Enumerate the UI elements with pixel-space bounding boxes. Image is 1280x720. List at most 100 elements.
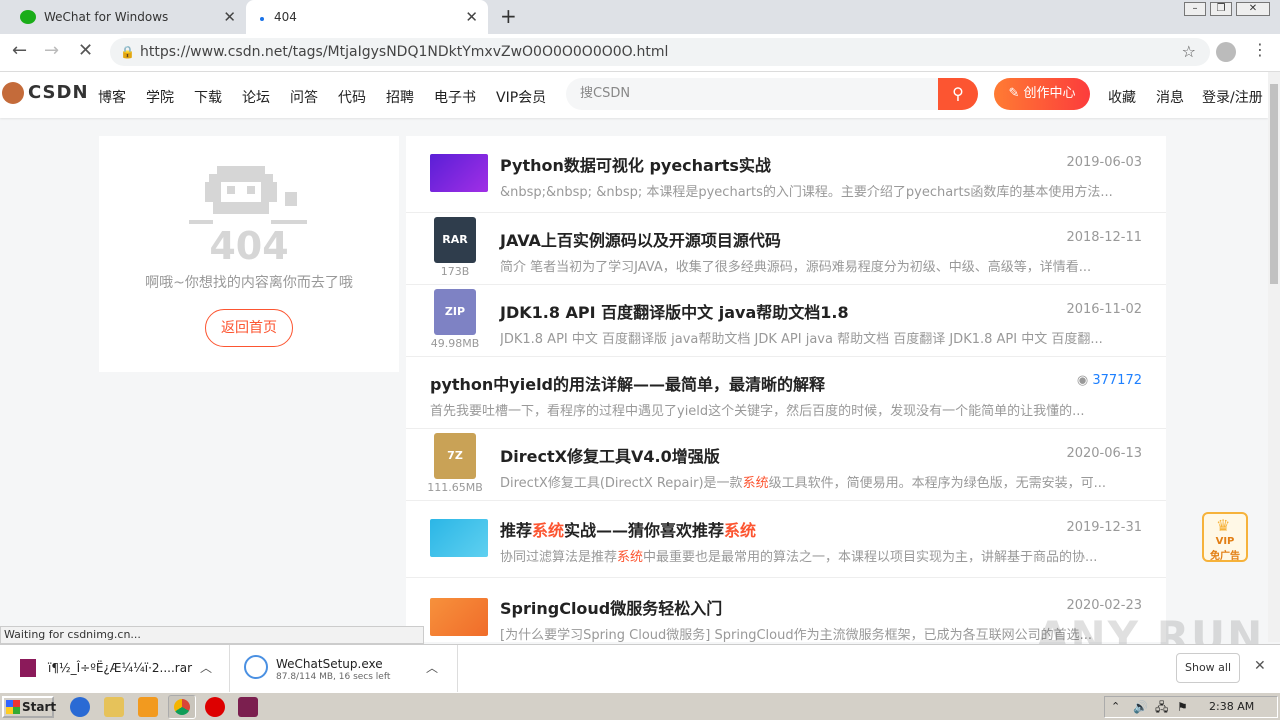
download-progress-text: 87.8/114 MB, 16 secs left xyxy=(276,672,391,682)
download-item[interactable]: WeChatSetup.exe 87.8/114 MB, 16 secs lef… xyxy=(230,645,458,693)
rar-file-icon: RAR xyxy=(434,217,476,263)
list-item[interactable]: RAR 173B JAVA上百实例源码以及开源项目源代码 2018-12-11 … xyxy=(406,213,1166,285)
item-title[interactable]: Python数据可视化 pyecharts实战 xyxy=(500,152,771,176)
file-size: 173B xyxy=(440,265,470,278)
item-title[interactable]: JAVA上百实例源码以及开源项目源代码 xyxy=(500,227,781,251)
url-field[interactable]: 🔒 https://www.csdn.net/tags/MtjaIgysNDQ1… xyxy=(110,38,1210,66)
media-player-icon[interactable] xyxy=(138,697,158,717)
volume-icon[interactable]: 🔊 xyxy=(1133,697,1148,717)
close-tab-icon[interactable]: ✕ xyxy=(465,8,478,26)
windows-taskbar: Start ⌃ 🔊 🖧 ⚑ 2:38 AM xyxy=(0,692,1280,720)
chevron-up-icon[interactable]: ︿ xyxy=(200,659,212,676)
close-downloads-icon[interactable]: ✕ xyxy=(1254,658,1266,674)
search-input[interactable]: 搜CSDN xyxy=(566,78,938,110)
tab-wechat[interactable]: WeChat for Windows ✕ xyxy=(8,0,246,34)
lock-icon: 🔒 xyxy=(120,45,135,59)
item-date: 2019-12-31 xyxy=(1066,520,1142,535)
status-bubble: Waiting for csdnimg.cn... xyxy=(0,626,424,644)
item-title[interactable]: SpringCloud微服务轻松入门 xyxy=(500,595,722,619)
vip-ad-free-badge[interactable]: ♛ VIP 免广告 xyxy=(1202,512,1248,562)
item-desc: 简介 笔者当初为了学习JAVA，收集了很多经典源码，源码难易程度分为初级、中级、… xyxy=(500,260,1092,275)
item-title[interactable]: JDK1.8 API 百度翻译版中文 java帮助文档1.8 xyxy=(500,299,849,323)
favorites-link[interactable]: 收藏 xyxy=(1108,87,1136,107)
chrome-taskbar-button[interactable] xyxy=(168,695,196,719)
back-icon[interactable]: ← xyxy=(12,40,27,61)
close-window-button[interactable]: ✕ xyxy=(1236,2,1270,16)
nav-item[interactable]: 招聘 xyxy=(386,87,414,107)
csdn-logo-icon[interactable] xyxy=(2,82,24,104)
tab-404[interactable]: 404 ✕ xyxy=(246,0,488,34)
nav-item[interactable]: 学院 xyxy=(146,87,174,107)
nav-item[interactable]: 问答 xyxy=(290,87,318,107)
address-bar: ← → ✕ 🔒 https://www.csdn.net/tags/MtjaIg… xyxy=(0,34,1280,72)
list-item[interactable]: 推荐系统实战——猜你喜欢推荐系统 2019-12-31 协同过滤算法是推荐系统中… xyxy=(406,501,1166,578)
back-home-button[interactable]: 返回首页 xyxy=(205,309,293,347)
list-item[interactable]: python中yield的用法详解——最简单，最清晰的解释 ◉ 377172 首… xyxy=(406,357,1166,429)
nav-item[interactable]: 论坛 xyxy=(242,87,270,107)
explorer-icon[interactable] xyxy=(104,697,124,717)
list-item[interactable]: 7Z 111.65MB DirectX修复工具V4.0增强版 2020-06-1… xyxy=(406,429,1166,501)
download-item[interactable]: ï¶½_Î÷ºË¿Æ¼¼ï·2....rar ︿ xyxy=(0,645,230,693)
pen-icon: ✎ xyxy=(1008,86,1020,101)
tab-label: 404 xyxy=(274,10,297,24)
network-icon[interactable]: 🖧 xyxy=(1155,697,1168,717)
recommend-list: Python数据可视化 pyecharts实战 2019-06-03 &nbsp… xyxy=(406,136,1166,642)
start-label: Start xyxy=(22,700,57,714)
not-found-panel: 404 啊哦~你想找的内容离你而去了哦 返回首页 xyxy=(99,136,399,372)
vip-label: VIP xyxy=(1215,536,1235,547)
stop-loading-icon[interactable]: ✕ xyxy=(78,40,93,61)
close-tab-icon[interactable]: ✕ xyxy=(223,8,236,26)
zip-file-icon: ZIP xyxy=(434,289,476,335)
forward-icon[interactable]: → xyxy=(44,40,59,61)
scrollbar-thumb[interactable] xyxy=(1270,84,1278,284)
restore-button[interactable]: ❐ xyxy=(1210,2,1232,16)
nav-item[interactable]: 博客 xyxy=(98,87,126,107)
chrome-icon xyxy=(174,699,190,715)
minimize-button[interactable]: – xyxy=(1184,2,1206,16)
list-item[interactable]: Python数据可视化 pyecharts实战 2019-06-03 &nbsp… xyxy=(406,136,1166,213)
create-center-button[interactable]: ✎ 创作中心 xyxy=(994,78,1090,110)
nav-item[interactable]: VIP会员 xyxy=(496,87,546,107)
chevron-up-icon[interactable]: ︿ xyxy=(426,659,438,676)
show-all-button[interactable]: Show all xyxy=(1176,653,1240,683)
list-item[interactable]: ZIP 49.98MB JDK1.8 API 百度翻译版中文 java帮助文档1… xyxy=(406,285,1166,357)
search-icon: ⚲ xyxy=(952,84,964,103)
new-tab-button[interactable]: + xyxy=(500,4,517,28)
downloads-bar: ï¶½_Î÷ºË¿Æ¼¼ï·2....rar ︿ WeChatSetup.exe… xyxy=(0,644,1280,693)
wechat-icon xyxy=(20,10,36,24)
nav-item[interactable]: 电子书 xyxy=(434,87,476,107)
download-filename: WeChatSetup.exe xyxy=(276,657,383,671)
view-count-value: 377172 xyxy=(1092,373,1142,388)
login-link[interactable]: 登录/注册 xyxy=(1202,87,1263,107)
opera-icon[interactable] xyxy=(205,697,225,717)
flag-icon[interactable]: ⚑ xyxy=(1177,697,1188,717)
messages-link[interactable]: 消息 xyxy=(1156,87,1184,107)
item-desc: &nbsp;&nbsp; &nbsp; 本课程是pyecharts的入门课程。主… xyxy=(500,185,1113,200)
nav-item[interactable]: 代码 xyxy=(338,87,366,107)
item-desc: DirectX修复工具(DirectX Repair)是一款系统级工具软件，简便… xyxy=(500,476,1106,491)
error-code: 404 xyxy=(209,224,289,268)
csdn-logo[interactable]: CSDN xyxy=(28,82,89,103)
file-size: 111.65MB xyxy=(427,481,483,494)
item-title[interactable]: 推荐系统实战——猜你喜欢推荐系统 xyxy=(500,517,756,541)
csdn-header: CSDN 博客 学院 下载 论坛 问答 代码 招聘 电子书 VIP会员 搜CSD… xyxy=(0,72,1268,118)
url-text: https://www.csdn.net/tags/MtjaIgysNDQ1ND… xyxy=(140,44,669,60)
item-desc: 协同过滤算法是推荐系统中最重要也是最常用的算法之一，本课程以项目实现为主，讲解基… xyxy=(500,550,1098,565)
view-count: ◉ 377172 xyxy=(1077,373,1142,388)
item-title[interactable]: python中yield的用法详解——最简单，最清晰的解释 xyxy=(430,371,825,395)
menu-icon[interactable]: ⋮ xyxy=(1252,40,1268,59)
tray-expand-icon[interactable]: ⌃ xyxy=(1111,697,1120,717)
clock[interactable]: 2:38 AM xyxy=(1209,697,1254,717)
nav-item[interactable]: 下载 xyxy=(194,87,222,107)
course-thumbnail xyxy=(430,154,488,192)
start-button[interactable]: Start xyxy=(2,696,57,718)
item-title[interactable]: DirectX修复工具V4.0增强版 xyxy=(500,443,720,467)
item-desc: 首先我要吐槽一下，看程序的过程中遇见了yield这个关键字，然后百度的时候，发现… xyxy=(430,404,1085,419)
bookmark-star-icon[interactable]: ☆ xyxy=(1182,38,1196,66)
search-button[interactable]: ⚲ xyxy=(938,78,978,110)
ie-icon[interactable] xyxy=(70,697,90,717)
ad-free-label: 免广告 xyxy=(1210,551,1240,562)
profile-icon[interactable] xyxy=(1216,42,1236,62)
winrar-icon[interactable] xyxy=(238,697,258,717)
item-date: 2018-12-11 xyxy=(1066,230,1142,245)
